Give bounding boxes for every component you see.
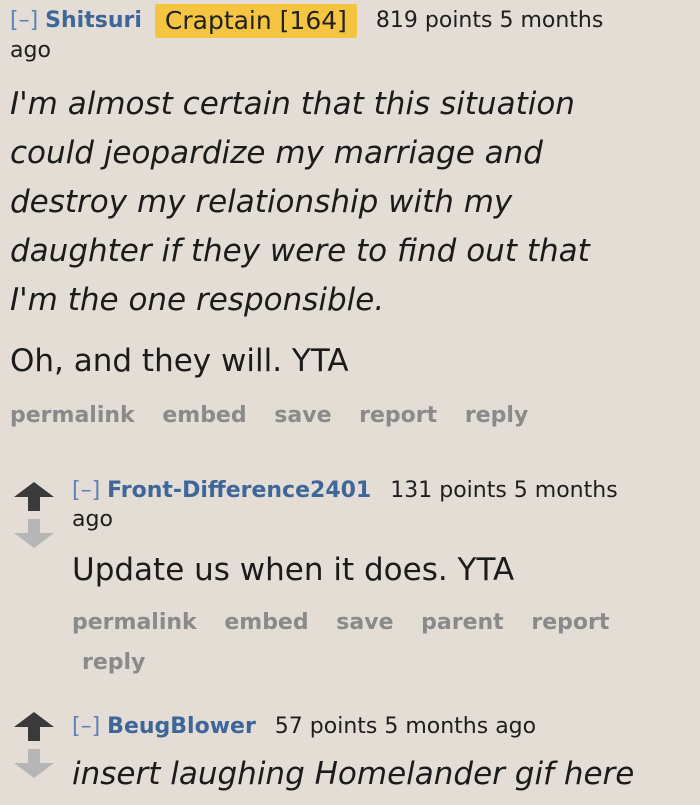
comment-2: [–] Front-Difference2401 131 points 5 mo… (72, 474, 700, 683)
score-time: 819 points 5 months (375, 8, 604, 33)
comment-1: [–] Shitsuri Craptain [164] 819 points 5… (10, 4, 700, 436)
comment-3: [–] BeugBlower 57 points 5 months ago in… (72, 710, 700, 799)
comment-actions: permalink embed save parent report (72, 603, 700, 643)
body-quote-line: destroy my relationship with my (10, 184, 513, 220)
reply-link[interactable]: reply (465, 403, 528, 428)
save-link[interactable]: save (336, 610, 393, 635)
collapse-toggle[interactable]: [–] (72, 714, 100, 739)
permalink-link[interactable]: permalink (10, 403, 135, 428)
author-link[interactable]: Front-Difference2401 (107, 478, 371, 503)
vote-arrows (14, 712, 54, 778)
score-time: 131 points 5 months (390, 478, 618, 503)
comment-tagline: [–] Shitsuri Craptain [164] 819 points 5… (10, 4, 700, 38)
comment-tagline: [–] BeugBlower 57 points 5 months ago (72, 710, 700, 744)
body-quote-line: I'm almost certain that this situation (10, 86, 575, 122)
collapse-toggle[interactable]: [–] (72, 478, 100, 503)
vote-arrows (14, 482, 54, 548)
save-link[interactable]: save (274, 403, 331, 428)
report-link[interactable]: report (531, 610, 609, 635)
author-link[interactable]: BeugBlower (107, 714, 256, 739)
reply-link[interactable]: reply (82, 650, 145, 675)
comment-body: insert laughing Homelander gif here (72, 756, 635, 792)
author-link[interactable]: Shitsuri (45, 8, 142, 33)
permalink-link[interactable]: permalink (72, 610, 197, 635)
comment-body: Update us when it does. YTA (72, 552, 515, 588)
comment-body: I'm almost certain that this situation c… (10, 80, 700, 386)
report-link[interactable]: report (359, 403, 437, 428)
collapse-toggle[interactable]: [–] (10, 8, 38, 33)
score-time-continued: ago (10, 38, 51, 63)
body-quote-line: could jeopardize my marriage and (10, 135, 543, 171)
body-quote-line: I'm the one responsible. (10, 282, 385, 318)
parent-link[interactable]: parent (421, 610, 504, 635)
comment-actions-wrap: reply (72, 643, 700, 683)
user-flair: Craptain [164] (154, 4, 357, 38)
comment-actions: permalink embed save report reply (10, 396, 700, 436)
downvote-arrow-icon[interactable] (14, 519, 54, 548)
upvote-arrow-icon[interactable] (14, 712, 54, 741)
body-text-line: Oh, and they will. YTA (10, 343, 349, 379)
embed-link[interactable]: embed (224, 610, 308, 635)
score-time-continued: ago (72, 507, 113, 532)
comment-tagline: [–] Front-Difference2401 131 points 5 mo… (72, 474, 700, 508)
score-time: 57 points 5 months ago (274, 714, 537, 739)
body-quote-line: daughter if they were to find out that (10, 233, 590, 269)
downvote-arrow-icon[interactable] (14, 749, 54, 778)
embed-link[interactable]: embed (162, 403, 246, 428)
upvote-arrow-icon[interactable] (14, 482, 54, 511)
